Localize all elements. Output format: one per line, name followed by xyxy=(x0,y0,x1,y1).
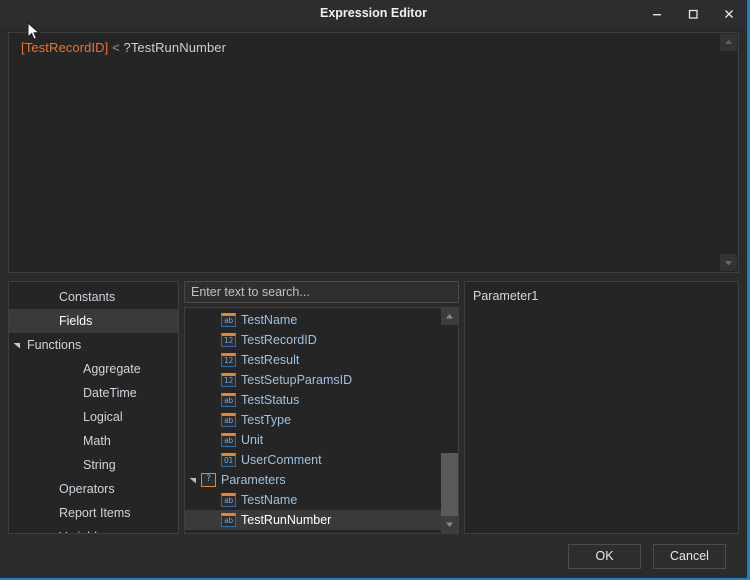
triangle-down-icon xyxy=(189,478,196,484)
arrow-down-icon xyxy=(725,261,732,266)
expression-token-field: [TestRecordID] xyxy=(21,40,109,55)
arrow-up-icon xyxy=(446,314,453,319)
string-field-icon: ab xyxy=(221,493,236,507)
category-item-label: Operators xyxy=(59,482,115,496)
expression-token-operator: < xyxy=(108,40,124,55)
selector-panes: Constants Fields Functions Aggregate DateTim… xyxy=(8,281,739,534)
field-list-item-label: TestName xyxy=(241,493,298,507)
field-list-item-label: TestRecordID xyxy=(241,333,317,347)
category-item-report-items[interactable]: Report Items xyxy=(9,501,178,525)
list-scroll-down-button[interactable] xyxy=(441,516,458,533)
number-field-icon: 12 xyxy=(221,333,236,347)
category-item-label: Math xyxy=(83,434,111,448)
field-list-item-label: Parameters xyxy=(221,473,286,487)
field-list-item-label: TestSetupParamsID xyxy=(241,373,353,387)
field-list-item[interactable]: ab TestRunNumber xyxy=(185,510,441,530)
arrow-down-icon xyxy=(446,522,453,527)
field-list-item[interactable]: ab TestStatus xyxy=(185,390,441,410)
parameter-group-icon: ? xyxy=(201,473,216,487)
description-text: Parameter1 xyxy=(473,289,539,303)
collapse-triangle-icon[interactable] xyxy=(185,476,201,484)
field-list-item[interactable]: ab TestName xyxy=(185,310,441,330)
category-item-label: DateTime xyxy=(83,386,137,400)
field-list-body: ab TestName 12 TestRecordID 12 TestResult 12 Te… xyxy=(184,307,459,534)
search-input[interactable]: Enter text to search... xyxy=(184,281,459,303)
string-field-icon: ab xyxy=(221,513,236,527)
string-field-icon: ab xyxy=(221,393,236,407)
string-field-icon: ab xyxy=(221,313,236,327)
category-item-fields[interactable]: Fields xyxy=(9,309,178,333)
field-list-items: ab TestName 12 TestRecordID 12 TestResult 12 Te… xyxy=(185,308,441,533)
category-item-label: String xyxy=(83,458,116,472)
category-item-datetime[interactable]: DateTime xyxy=(9,381,178,405)
title-bar[interactable]: Expression Editor xyxy=(0,0,747,27)
number-field-icon: 12 xyxy=(221,353,236,367)
binary-field-icon: 01 xyxy=(221,453,236,467)
field-list-item[interactable]: 12 TestRecordID xyxy=(185,330,441,350)
category-item-label: Constants xyxy=(59,290,116,304)
field-list-item[interactable]: 12 TestResult xyxy=(185,350,441,370)
field-list-item[interactable]: ab Unit xyxy=(185,430,441,450)
category-item-logical[interactable]: Logical xyxy=(9,405,178,429)
cancel-button[interactable]: Cancel xyxy=(653,543,726,569)
category-item-label: Fields xyxy=(59,314,93,328)
window-title: Expression Editor xyxy=(320,6,427,20)
maximize-button[interactable] xyxy=(675,0,711,27)
expression-input-area[interactable]: [TestRecordID] < ?TestRunNumber xyxy=(8,32,739,273)
description-pane: Parameter1 xyxy=(464,281,739,534)
expand-triangle-icon[interactable] xyxy=(9,341,25,349)
field-list-item-label: TestType xyxy=(241,413,292,427)
category-item-math[interactable]: Math xyxy=(9,429,178,453)
field-list-pane: Enter text to search... ab TestName 12 Test… xyxy=(184,281,459,534)
field-list-item-label: TestStatus xyxy=(241,393,300,407)
close-icon xyxy=(725,9,733,18)
list-scroll-thumb[interactable] xyxy=(441,453,458,516)
triangle-down-icon xyxy=(13,343,20,349)
category-item-label: Functions xyxy=(27,338,82,352)
category-item-string[interactable]: String xyxy=(9,453,178,477)
editor-scroll-up-button[interactable] xyxy=(720,34,737,51)
category-item-operators[interactable]: Operators xyxy=(9,477,178,501)
field-list-item-label: TestRunNumber xyxy=(241,513,332,527)
search-placeholder: Enter text to search... xyxy=(191,285,310,299)
close-button[interactable] xyxy=(711,0,747,27)
category-item-functions[interactable]: Functions xyxy=(9,333,178,357)
ok-button[interactable]: OK xyxy=(568,543,641,569)
minimize-icon xyxy=(653,13,661,15)
arrow-up-icon xyxy=(725,39,732,44)
field-list-item-label: TestResult xyxy=(241,353,300,367)
string-field-icon: ab xyxy=(221,433,236,447)
category-item-variables[interactable]: Variables xyxy=(9,525,178,533)
string-field-icon: ab xyxy=(221,413,236,427)
minimize-button[interactable] xyxy=(639,0,675,27)
field-list-item-label: UserComment xyxy=(241,453,322,467)
field-list-scrollbar[interactable] xyxy=(441,308,458,533)
field-group-row[interactable]: ? Parameters xyxy=(185,470,441,490)
field-list-item-label: Unit xyxy=(241,433,264,447)
field-list-item[interactable]: ab TestName xyxy=(185,490,441,510)
category-item-label: Report Items xyxy=(59,506,131,520)
field-list-item[interactable]: 01 UserComment xyxy=(185,450,441,470)
window-controls xyxy=(639,0,747,27)
category-item-label: Aggregate xyxy=(83,362,141,376)
list-scroll-up-button[interactable] xyxy=(441,308,458,325)
editor-scroll-down-button[interactable] xyxy=(720,254,737,271)
maximize-icon xyxy=(688,9,698,19)
dialog-footer: OK Cancel xyxy=(0,534,747,578)
category-item-label: Logical xyxy=(83,410,123,424)
category-tree: Constants Fields Functions Aggregate DateTim… xyxy=(8,281,179,534)
number-field-icon: 12 xyxy=(221,373,236,387)
field-list-item[interactable]: 12 TestSetupParamsID xyxy=(185,370,441,390)
category-item-aggregate[interactable]: Aggregate xyxy=(9,357,178,381)
field-list-item-label: TestName xyxy=(241,313,298,327)
field-list-item[interactable]: ab TestType xyxy=(185,410,441,430)
category-item-constants[interactable]: Constants xyxy=(9,285,178,309)
expression-token-parameter: ?TestRunNumber xyxy=(123,40,227,55)
expression-text[interactable]: [TestRecordID] < ?TestRunNumber xyxy=(9,33,738,55)
expression-editor-window: Expression Editor [TestRecordID] < ?Test… xyxy=(0,0,750,580)
